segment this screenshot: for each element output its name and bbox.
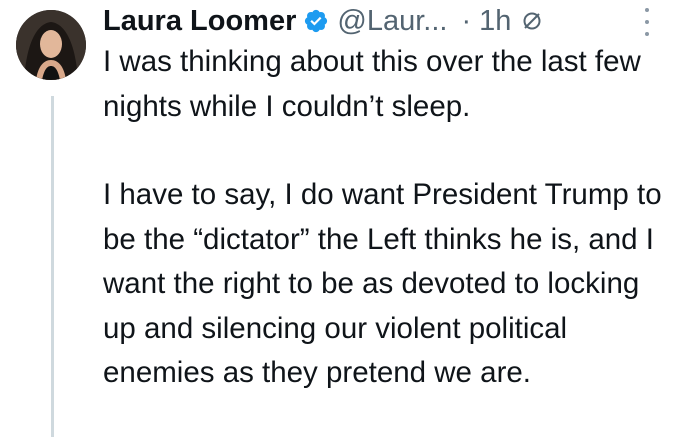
avatar[interactable]	[16, 10, 86, 80]
tweet-paragraph: I have to say, I do want President Trump…	[103, 178, 662, 389]
avatar-image	[16, 10, 86, 80]
author-name[interactable]: Laura Loomer	[103, 5, 296, 38]
thread-line	[51, 96, 54, 437]
author-handle[interactable]: @Laur...	[337, 5, 447, 38]
tweet-text: I was thinking about this over the last …	[103, 40, 673, 396]
separator-dot: ·	[461, 4, 472, 37]
tweet-paragraph: I was thinking about this over the last …	[103, 45, 641, 123]
slashed-circle-icon	[521, 10, 543, 32]
verified-badge-icon	[303, 8, 329, 34]
more-options-icon[interactable]	[640, 8, 654, 36]
timestamp[interactable]: 1h	[479, 5, 511, 38]
tweet-header: Laura Loomer @Laur... · 1h	[103, 2, 543, 40]
